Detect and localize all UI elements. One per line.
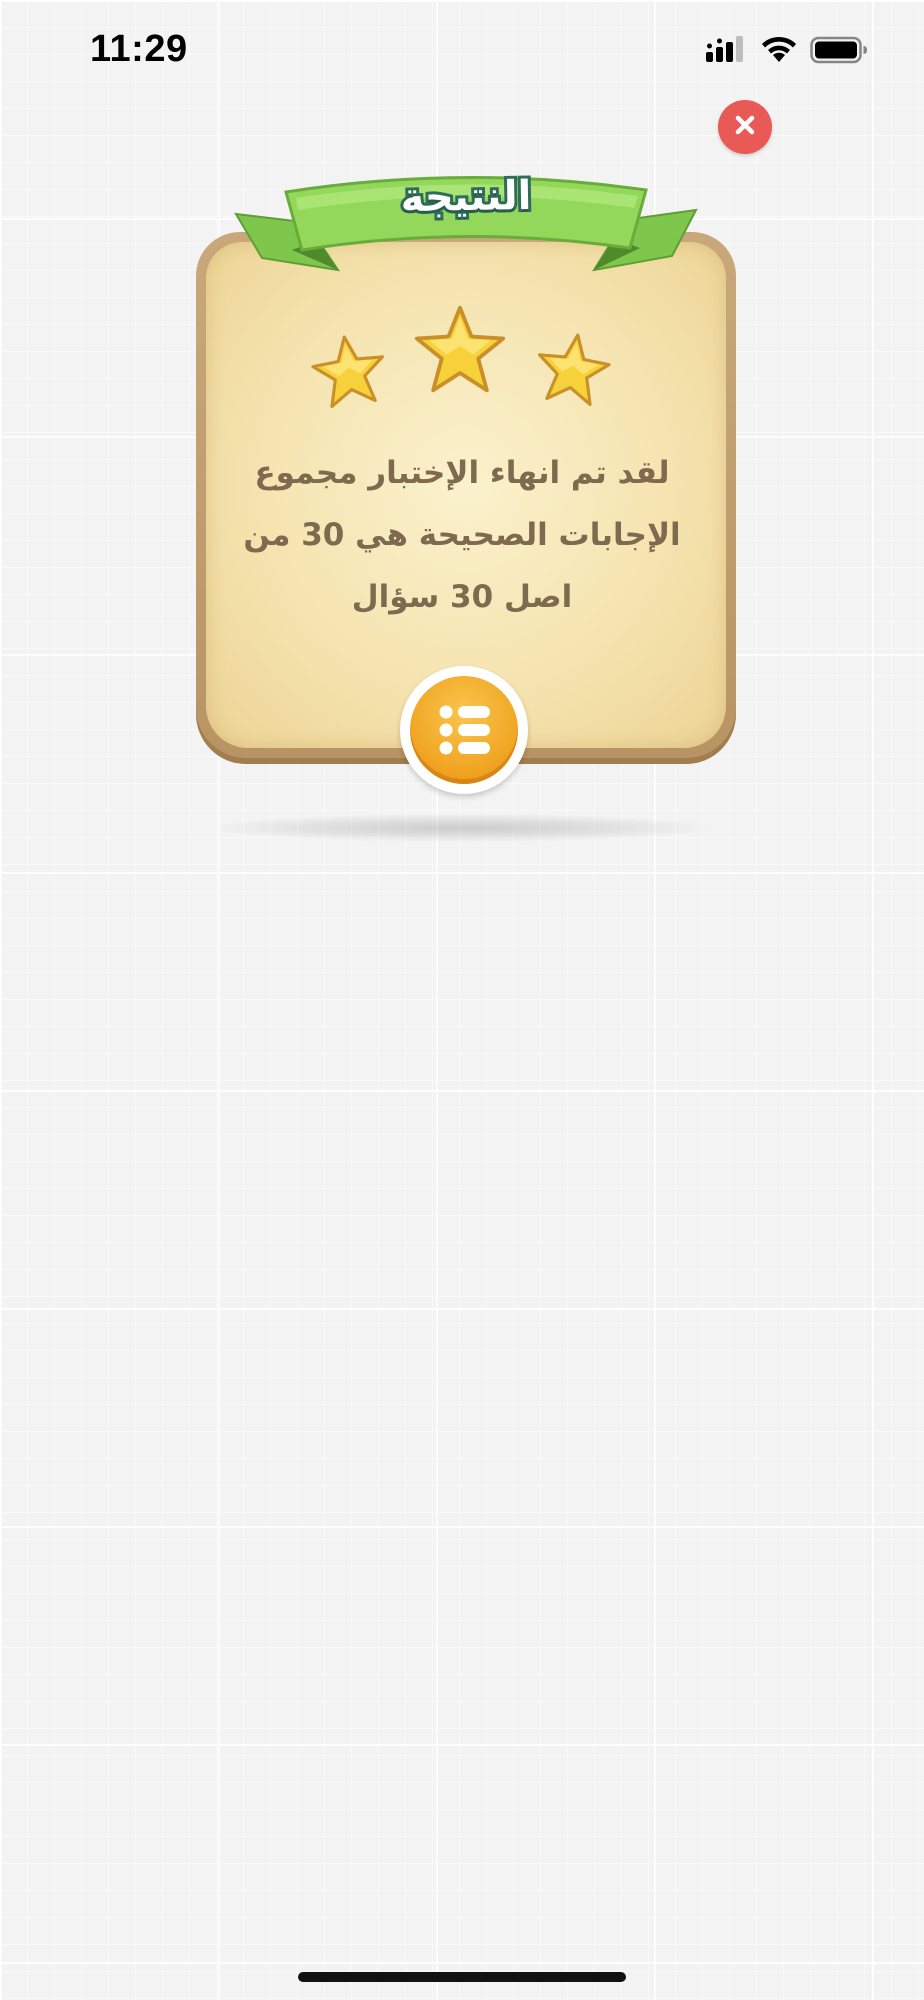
cellular-signal-icon: [706, 36, 748, 68]
wifi-icon: [760, 36, 798, 68]
status-bar: 11:29: [0, 0, 924, 104]
close-button[interactable]: [718, 100, 772, 154]
star-icon: [311, 335, 385, 409]
status-icons: [706, 36, 868, 68]
battery-icon: [810, 36, 868, 68]
star-rating: [300, 298, 630, 418]
star-icon: [414, 305, 506, 393]
review-answers-button[interactable]: [400, 666, 528, 794]
card-shadow: [212, 814, 712, 842]
result-title: النتيجة: [397, 170, 535, 224]
star-icon: [537, 333, 611, 407]
status-time: 11:29: [90, 28, 188, 70]
list-icon: [439, 705, 490, 755]
result-message: لقد تم انهاء الإختبار مجموع الإجابات الص…: [243, 455, 681, 615]
close-icon: [733, 113, 757, 141]
home-indicator[interactable]: [298, 1972, 626, 1982]
